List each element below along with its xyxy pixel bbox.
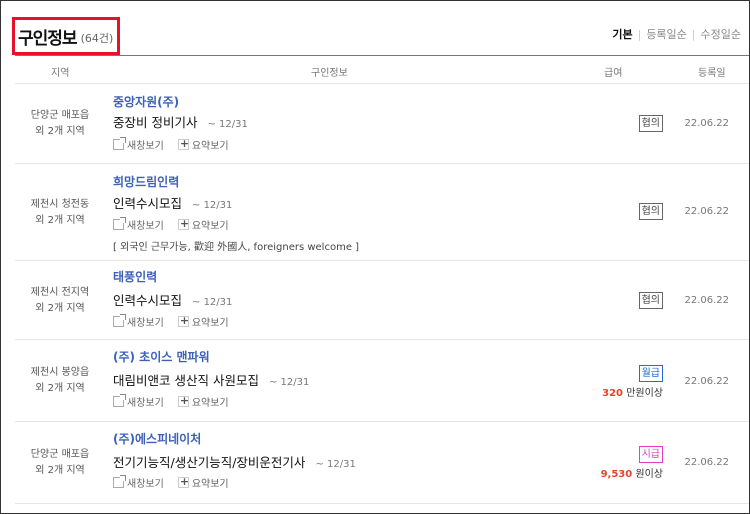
row-actions: 새창보기 요약보기 [113, 394, 229, 409]
new-window-icon [113, 217, 126, 230]
company-name[interactable]: 중앙자원(주) [113, 93, 179, 110]
plus-icon [177, 137, 189, 150]
registration-date: 22.06.22 [684, 206, 729, 217]
new-window-link[interactable]: 새창보기 [127, 475, 164, 490]
job-list-panel: 구인정보 (64건) 기본 | 등록일순 | 수정일순 지역 구인정보 급여 등… [0, 0, 750, 514]
sort-by-registration[interactable]: 등록일순 [646, 26, 686, 42]
company-name[interactable]: 태풍인력 [113, 268, 157, 285]
registration-date: 22.06.22 [684, 376, 729, 387]
job-tags: [ 외국인 근무가능, 歡迎 外國人, foreigners welcome ] [113, 242, 360, 253]
company-name[interactable]: (주)에스피네이처 [113, 430, 201, 447]
location-cell: 제천시 봉양읍 외 2개 지역 [30, 367, 90, 394]
column-location: 지역 [51, 68, 70, 79]
new-window-link[interactable]: 새창보기 [127, 217, 164, 232]
plus-icon [177, 217, 189, 230]
new-window-icon [113, 137, 126, 150]
location-cell: 제천시 청전동 외 2개 지역 [30, 199, 90, 226]
deadline: ~ 12/31 [207, 119, 248, 130]
table-row: 단양군 매포읍 외 2개 지역 (주)에스피네이처 전기기능직/생산기능직/장비… [15, 422, 749, 504]
summary-link[interactable]: 요약보기 [192, 217, 229, 232]
column-pay: 급여 [604, 68, 623, 79]
list-header: 구인정보 (64건) 기본 | 등록일순 | 수정일순 [1, 1, 749, 55]
sort-options: 기본 | 등록일순 | 수정일순 [612, 26, 741, 42]
deadline: ~ 12/31 [268, 377, 310, 388]
column-date: 등록일 [698, 68, 726, 79]
row-actions: 새창보기 요약보기 [113, 137, 229, 152]
new-window-link[interactable]: 새창보기 [127, 314, 164, 329]
plus-icon [177, 475, 189, 488]
company-name[interactable]: (주) 초이스 맨파워 [113, 348, 210, 365]
job-title[interactable]: 전기기능직/생산기능직/장비운전기사 ~ 12/31 [113, 452, 356, 471]
pay-type-badge: 시급 [638, 446, 663, 463]
summary-link[interactable]: 요약보기 [192, 475, 229, 490]
registration-date: 22.06.22 [684, 118, 729, 129]
row-actions: 새창보기 요약보기 [113, 314, 229, 329]
job-title[interactable]: 대림비앤코 생산직 사원모집 ~ 12/31 [113, 370, 309, 389]
location-cell: 제천시 전지역 외 2개 지역 [30, 287, 90, 314]
job-title[interactable]: 인력수시모집 ~ 12/31 [113, 193, 232, 212]
job-title[interactable]: 중장비 정비기사 ~ 12/31 [113, 112, 248, 131]
table-row: 단양군 매포읍 외 2개 지역 중앙자원(주) 중장비 정비기사 ~ 12/31 … [15, 84, 749, 164]
table-row: 제천시 봉양읍 외 2개 지역 (주) 초이스 맨파워 대림비앤코 생산직 사원… [15, 340, 749, 422]
sort-by-modified[interactable]: 수정일순 [701, 26, 741, 42]
row-actions: 새창보기 요약보기 [113, 217, 229, 232]
job-title[interactable]: 인력수시모집 ~ 12/31 [113, 290, 232, 309]
location-cell: 단양군 매포읍 외 2개 지역 [30, 110, 90, 137]
row-actions: 새창보기 요약보기 [113, 475, 229, 490]
pay-type-badge: 협의 [638, 115, 663, 132]
new-window-icon [113, 475, 126, 488]
table-row: 제천시 청전동 외 2개 지역 희망드림인력 인력수시모집 ~ 12/31 새창보… [15, 164, 749, 261]
pay-amount: 320 만원이상 [602, 388, 663, 399]
new-window-link[interactable]: 새창보기 [127, 394, 164, 409]
pay-amount: 9,530 원이상 [600, 469, 663, 480]
pay-type-badge: 월급 [638, 365, 663, 382]
summary-link[interactable]: 요약보기 [192, 314, 229, 329]
table-header: 지역 구인정보 급여 등록일 [15, 55, 749, 84]
pay-type-badge: 협의 [638, 203, 663, 220]
table-row: 제천시 전지역 외 2개 지역 태풍인력 인력수시모집 ~ 12/31 새창보기 … [15, 261, 749, 340]
registration-date: 22.06.22 [684, 295, 729, 306]
result-count: (64건) [80, 31, 114, 45]
title-highlight-box: 구인정보 (64건) [12, 17, 120, 55]
deadline: ~ 12/31 [315, 459, 356, 470]
page-title: 구인정보 [18, 28, 78, 49]
sort-default[interactable]: 기본 [612, 26, 632, 42]
new-window-icon [113, 394, 126, 407]
company-name[interactable]: 희망드림인력 [113, 173, 179, 190]
location-cell: 단양군 매포읍 외 2개 지역 [30, 449, 90, 476]
summary-link[interactable]: 요약보기 [192, 394, 229, 409]
summary-link[interactable]: 요약보기 [192, 137, 229, 152]
deadline: ~ 12/31 [192, 200, 233, 211]
registration-date: 22.06.22 [684, 457, 729, 468]
plus-icon [177, 314, 189, 327]
pay-type-badge: 협의 [638, 292, 663, 309]
new-window-link[interactable]: 새창보기 [127, 137, 164, 152]
new-window-icon [113, 314, 126, 327]
deadline: ~ 12/31 [192, 297, 233, 308]
plus-icon [177, 394, 189, 407]
column-job-info: 구인정보 [311, 68, 348, 79]
